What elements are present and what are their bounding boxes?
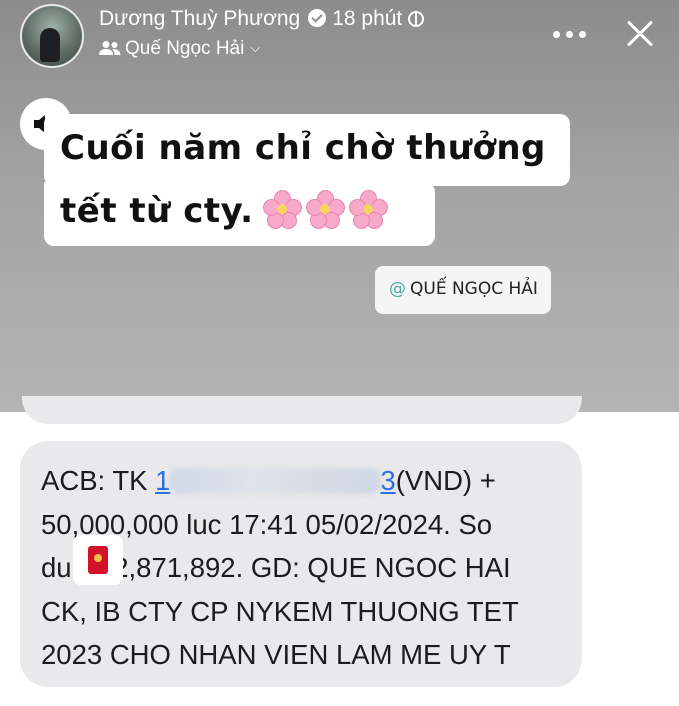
post-time: 18 phút bbox=[332, 7, 403, 30]
sms-line-3-suffix: 2,871,892. GD: QUE NGOC HAI bbox=[113, 552, 511, 583]
mention-sticker[interactable]: @ QUẾ NGỌC HẢI bbox=[375, 266, 551, 314]
author-line: Dương Thuỳ Phương 18 phút bbox=[99, 7, 425, 31]
avatar[interactable] bbox=[20, 4, 84, 68]
close-icon[interactable] bbox=[620, 14, 660, 54]
account-end: 3 bbox=[380, 465, 396, 496]
caption-text-2: tết từ cty. bbox=[60, 191, 254, 231]
red-envelope-sticker bbox=[73, 535, 123, 585]
sms-line-4: CK, IB CTY CP NYKEM THUONG TET bbox=[41, 595, 519, 627]
at-icon: @ bbox=[389, 279, 406, 299]
cherry-blossom-icon bbox=[263, 190, 303, 229]
sms-line-1: ACB: TK 1 3(VND) + bbox=[41, 459, 564, 503]
sms-line-1-prefix: ACB: TK bbox=[41, 465, 156, 496]
story-caption-line-1: Cuối năm chỉ chờ thưởng bbox=[44, 114, 570, 186]
audience-selector[interactable]: Quế Ngọc Hải ⌵ bbox=[99, 38, 260, 60]
author-name[interactable]: Dương Thuỳ Phương bbox=[99, 7, 300, 30]
people-icon bbox=[99, 41, 121, 55]
account-start: 1 bbox=[155, 465, 171, 496]
audience-name: Quế Ngọc Hải bbox=[125, 38, 245, 59]
account-number-link[interactable]: 13 bbox=[155, 465, 396, 496]
red-envelope-icon bbox=[88, 546, 108, 574]
story-caption-line-2: tết từ cty. bbox=[44, 182, 435, 246]
caption-text-1: Cuối năm chỉ chờ thưởng bbox=[60, 128, 546, 168]
cherry-blossom-icon bbox=[306, 190, 346, 229]
more-icon[interactable] bbox=[549, 22, 589, 46]
verified-badge-icon bbox=[308, 9, 327, 27]
sms-line-5: 2023 CHO NHAN VIEN LAM ME UY T bbox=[41, 639, 511, 670]
cherry-blossom-icon bbox=[349, 190, 389, 229]
mention-name: QUẾ NGỌC HẢI bbox=[410, 279, 538, 299]
globe-icon bbox=[408, 11, 425, 27]
chevron-down-icon: ⌵ bbox=[250, 40, 261, 55]
redacted-blur bbox=[170, 468, 381, 494]
previous-sms-bubble bbox=[22, 396, 582, 424]
sms-line-1-suffix: (VND) + bbox=[395, 465, 496, 496]
